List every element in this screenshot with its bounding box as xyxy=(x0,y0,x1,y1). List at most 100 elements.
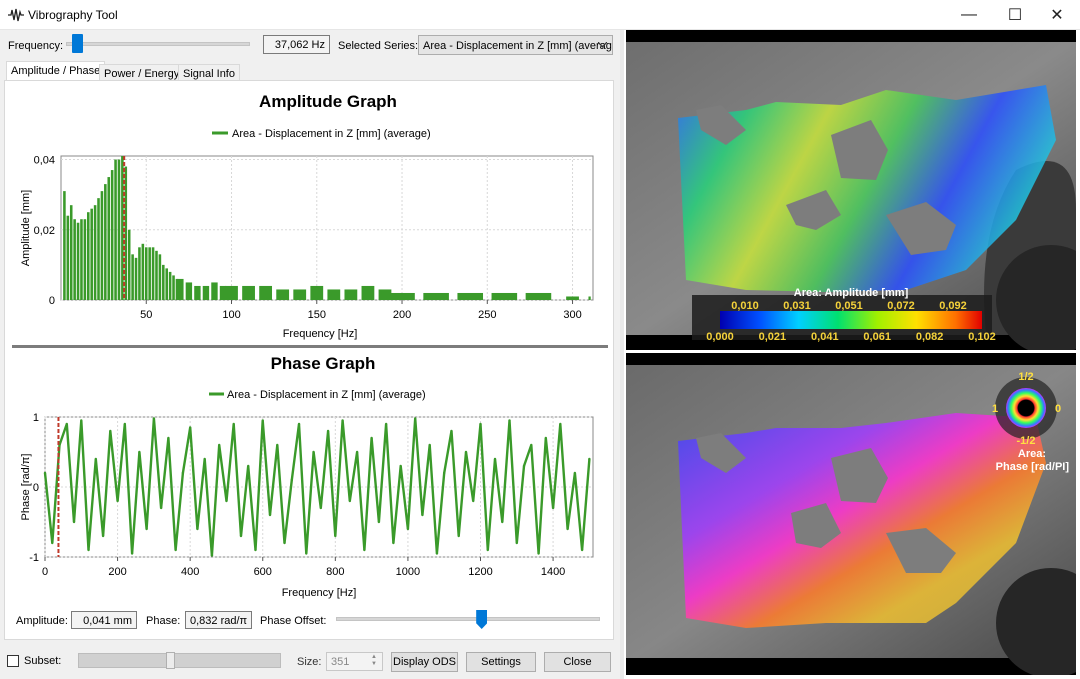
pane-splitter[interactable] xyxy=(620,30,624,679)
frequency-label: Frequency: xyxy=(8,40,64,52)
phase-point xyxy=(188,426,192,429)
phase-point xyxy=(341,419,344,422)
subset-range-thumb[interactable] xyxy=(166,652,175,669)
phase-point xyxy=(428,443,431,447)
x-tick-label: 600 xyxy=(254,566,272,578)
amplitude-bar xyxy=(117,159,121,300)
amplitude-bar xyxy=(457,292,484,300)
settings-button[interactable]: Settings xyxy=(466,652,536,672)
phase-point xyxy=(413,417,417,420)
amplitude-bar xyxy=(107,177,111,300)
phase-point xyxy=(261,419,264,422)
x-tick-label: 800 xyxy=(326,566,344,578)
phase-point xyxy=(72,520,76,524)
phase-point xyxy=(94,457,98,461)
frequency-slider[interactable] xyxy=(66,42,250,46)
chevron-down-icon xyxy=(598,42,607,48)
phase-point xyxy=(196,527,199,531)
x-tick-label: 300 xyxy=(563,309,581,321)
phase-point xyxy=(464,450,468,454)
phase-point xyxy=(319,506,323,510)
amplitude-bar xyxy=(127,229,131,300)
phase-point xyxy=(312,450,315,454)
wheel-left-label: 1 xyxy=(992,403,998,415)
close-window-button[interactable]: ✕ xyxy=(1034,0,1080,30)
amplitude-bar xyxy=(73,219,76,300)
x-tick-label: 200 xyxy=(393,309,411,321)
amplitude-bar xyxy=(110,170,114,300)
minimize-button[interactable]: — xyxy=(946,0,992,30)
plot-area[interactable] xyxy=(60,155,594,301)
graph-splitter[interactable] xyxy=(12,345,608,348)
series-label: Selected Series: xyxy=(338,40,419,52)
phase-point xyxy=(203,457,206,461)
amplitude-bar xyxy=(168,271,172,300)
series-select[interactable]: Area - Displacement in Z [mm] (average xyxy=(418,35,613,55)
phase-point xyxy=(544,436,548,440)
display-ods-button[interactable]: Display ODS xyxy=(391,652,458,672)
amplitude-bar xyxy=(389,292,415,300)
phase-point xyxy=(435,552,439,555)
y-tick-label: -1 xyxy=(29,552,39,564)
amplitude-map-title: Area: Amplitude [mm] xyxy=(794,287,909,299)
phase-point xyxy=(225,499,228,503)
amplitude-graph: Amplitude Graph Area - Displacement in Z… xyxy=(20,92,594,340)
phase-point xyxy=(276,443,279,447)
x-tick-label: 1000 xyxy=(396,566,420,578)
frequency-slider-thumb[interactable] xyxy=(72,34,84,53)
maximize-icon: ☐ xyxy=(1007,7,1023,24)
wheel-top-label: 1/2 xyxy=(1018,371,1033,383)
phase-point xyxy=(421,513,424,517)
phase-offset-slider[interactable] xyxy=(336,617,600,621)
scale-label-bottom: 0,000 xyxy=(706,331,734,343)
subset-range-slider[interactable] xyxy=(78,653,281,668)
subset-checkbox[interactable] xyxy=(7,655,19,667)
phase-point xyxy=(588,457,591,461)
amplitude-bar xyxy=(97,198,100,300)
close-button[interactable]: Close xyxy=(544,652,611,672)
phase-map-title-line1: Area: xyxy=(1018,448,1046,460)
scale-label-top: 0,010 xyxy=(731,300,759,312)
amplitude-bar xyxy=(83,219,87,300)
scale-label-top: 0,031 xyxy=(783,300,811,312)
phase-legend-label: Area - Displacement in Z [mm] (average) xyxy=(227,389,426,401)
phase-point xyxy=(573,471,577,475)
phase-point xyxy=(443,471,446,475)
phase-point xyxy=(210,554,214,557)
amplitude-bar xyxy=(100,191,104,300)
subset-label: Subset: xyxy=(24,655,62,667)
phase-point xyxy=(580,548,584,552)
spinner-arrows-icon[interactable]: ▲ ▼ xyxy=(371,654,377,668)
y-tick-label: 1 xyxy=(33,412,39,424)
amplitude-bar xyxy=(327,289,341,300)
amplitude-bar xyxy=(310,285,324,300)
amplitude-map-view[interactable]: Area: Amplitude [mm] 0,010 0,031 0,051 0,07… xyxy=(626,30,1076,350)
amplitude-bar xyxy=(202,285,210,300)
amplitude-bar xyxy=(104,184,107,300)
scale-label-bottom: 0,021 xyxy=(759,331,787,343)
phase-point xyxy=(537,552,540,555)
scale-label-top: 0,072 xyxy=(887,300,915,312)
frequency-value-field[interactable]: 37,062 Hz xyxy=(263,35,330,54)
amplitude-bar xyxy=(90,208,93,300)
phase-point xyxy=(116,499,119,503)
x-tick-label: 0 xyxy=(42,566,48,578)
amplitude-bar xyxy=(225,285,238,300)
amplitude-bar xyxy=(165,268,168,300)
scale-label-bottom: 0,102 xyxy=(968,331,996,343)
amplitude-bar xyxy=(185,282,193,300)
amplitude-bar xyxy=(141,243,145,300)
amplitude-bar xyxy=(491,292,518,300)
amplitude-readout-label: Amplitude: xyxy=(16,615,68,627)
x-tick-label: 200 xyxy=(108,566,126,578)
amplitude-bar xyxy=(162,264,165,300)
phase-map-view[interactable]: 1/2 1 0 -1/2 Area: Phase [rad/PI] xyxy=(626,353,1076,675)
maximize-button[interactable]: ☐ xyxy=(992,0,1038,30)
minimize-icon: — xyxy=(961,6,977,23)
wheel-bottom-label: -1/2 xyxy=(1017,435,1036,447)
y-tick-label: 0 xyxy=(33,482,39,494)
phase-point xyxy=(174,548,177,552)
x-tick-label: 250 xyxy=(478,309,496,321)
phase-graph: Phase Graph Area - Displacement in Z [mm… xyxy=(20,354,594,599)
tab-amplitude-phase[interactable]: Amplitude / Phase xyxy=(6,61,106,81)
